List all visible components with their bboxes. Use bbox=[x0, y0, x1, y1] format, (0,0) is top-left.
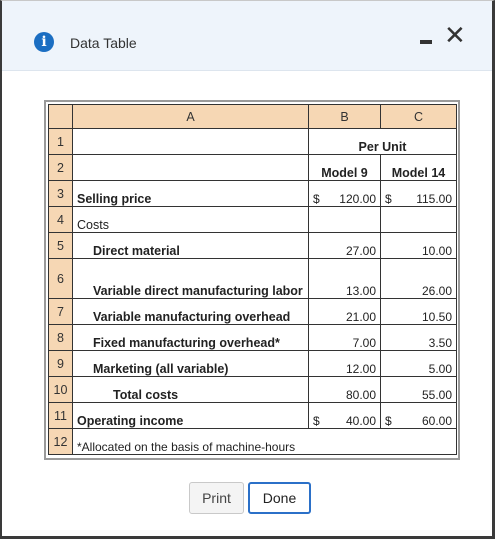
model-9-value: 27.00 bbox=[308, 232, 381, 259]
row-label: Fixed manufacturing overhead* bbox=[72, 324, 309, 351]
data-table-frame: A B C 1 Per Unit 2 Model 9 Model 14 3 Se… bbox=[44, 100, 460, 460]
row-label: Direct material bbox=[72, 232, 309, 259]
row-number: 7 bbox=[48, 298, 73, 325]
row-number: 8 bbox=[48, 324, 73, 351]
model-14-value: 3.50 bbox=[380, 324, 457, 351]
value: 120.00 bbox=[339, 192, 376, 206]
currency-symbol: $ bbox=[313, 192, 320, 206]
row-number: 2 bbox=[48, 154, 73, 181]
dialog-title: Data Table bbox=[70, 35, 137, 51]
model-14-value: $115.00 bbox=[380, 180, 457, 207]
row-number: 1 bbox=[48, 128, 73, 155]
model-9-value: 13.00 bbox=[308, 258, 381, 299]
currency-symbol: $ bbox=[385, 414, 392, 428]
data-table-dialog: i Data Table ✕ A B C 1 Per Unit 2 Model … bbox=[0, 0, 495, 539]
table-row: 11 Operating income $40.00 $60.00 bbox=[48, 402, 457, 429]
corner-cell bbox=[48, 104, 73, 129]
print-button[interactable]: Print bbox=[189, 482, 244, 514]
row-label: Variable manufacturing overhead bbox=[72, 298, 309, 325]
currency-symbol: $ bbox=[313, 414, 320, 428]
value: 40.00 bbox=[345, 414, 376, 428]
close-icon[interactable]: ✕ bbox=[444, 22, 466, 48]
model-9-value: 12.00 bbox=[308, 350, 381, 377]
row-number: 9 bbox=[48, 350, 73, 377]
model-14-value: 10.00 bbox=[380, 232, 457, 259]
model-14-value: 55.00 bbox=[380, 376, 457, 403]
dialog-titlebar: i Data Table ✕ bbox=[2, 1, 492, 71]
info-icon: i bbox=[34, 32, 54, 52]
table-row: 9 Marketing (all variable) 12.00 5.00 bbox=[48, 350, 457, 377]
model-14-header: Model 14 bbox=[380, 154, 457, 181]
value: 60.00 bbox=[421, 414, 452, 428]
row-number: 10 bbox=[48, 376, 73, 403]
model-9-value: 7.00 bbox=[308, 324, 381, 351]
row-number: 12 bbox=[48, 428, 73, 455]
column-header-c: C bbox=[380, 104, 457, 129]
table-row: 3 Selling price $120.00 $115.00 bbox=[48, 180, 457, 207]
data-table: A B C 1 Per Unit 2 Model 9 Model 14 3 Se… bbox=[48, 104, 457, 455]
row-number: 3 bbox=[48, 180, 73, 207]
currency-symbol: $ bbox=[385, 192, 392, 206]
table-row: 4 Costs bbox=[48, 206, 457, 233]
model-9-value: $40.00 bbox=[308, 402, 381, 429]
model-9-value bbox=[308, 206, 381, 233]
row-label: Marketing (all variable) bbox=[72, 350, 309, 377]
model-14-value: $60.00 bbox=[380, 402, 457, 429]
column-header-b: B bbox=[308, 104, 381, 129]
footnote: *Allocated on the basis of machine-hours bbox=[72, 428, 457, 455]
row-number: 5 bbox=[48, 232, 73, 259]
model-9-value: 21.00 bbox=[308, 298, 381, 325]
row-label: Operating income bbox=[72, 402, 309, 429]
table-row: 6 Variable direct manufacturing labor 13… bbox=[48, 258, 457, 299]
cell-a bbox=[72, 128, 309, 155]
column-header-row: A B C bbox=[48, 104, 457, 129]
model-9-value: $120.00 bbox=[308, 180, 381, 207]
minimize-icon[interactable] bbox=[420, 32, 434, 46]
model-9-header: Model 9 bbox=[308, 154, 381, 181]
done-button[interactable]: Done bbox=[248, 482, 311, 514]
table-row: 5 Direct material 27.00 10.00 bbox=[48, 232, 457, 259]
row-number: 11 bbox=[48, 402, 73, 429]
table-row: 10 Total costs 80.00 55.00 bbox=[48, 376, 457, 403]
table-row: 7 Variable manufacturing overhead 21.00 … bbox=[48, 298, 457, 325]
table-row: 12 *Allocated on the basis of machine-ho… bbox=[48, 428, 457, 455]
row-label: Costs bbox=[72, 206, 309, 233]
row-number: 4 bbox=[48, 206, 73, 233]
row-label: Selling price bbox=[72, 180, 309, 207]
table-row: 2 Model 9 Model 14 bbox=[48, 154, 457, 181]
model-14-value bbox=[380, 206, 457, 233]
model-14-value: 10.50 bbox=[380, 298, 457, 325]
column-header-a: A bbox=[72, 104, 309, 129]
table-row: 8 Fixed manufacturing overhead* 7.00 3.5… bbox=[48, 324, 457, 351]
model-14-value: 26.00 bbox=[380, 258, 457, 299]
model-14-value: 5.00 bbox=[380, 350, 457, 377]
row-label: Total costs bbox=[72, 376, 309, 403]
per-unit-header: Per Unit bbox=[308, 128, 457, 155]
row-label: Variable direct manufacturing labor bbox=[72, 258, 309, 299]
cell-a bbox=[72, 154, 309, 181]
row-number: 6 bbox=[48, 258, 73, 299]
table-row: 1 Per Unit bbox=[48, 128, 457, 155]
value: 115.00 bbox=[416, 192, 452, 206]
model-9-value: 80.00 bbox=[308, 376, 381, 403]
